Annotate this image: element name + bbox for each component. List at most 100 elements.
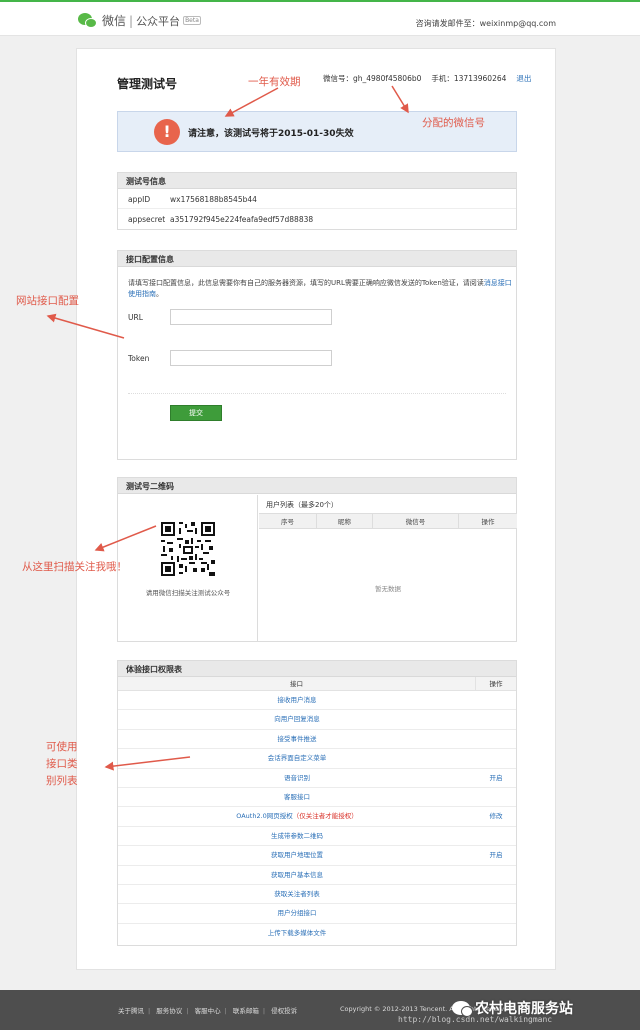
interface-name[interactable]: 获取用户基本信息 xyxy=(118,866,476,884)
wechat-id-label: 微信号： xyxy=(323,74,353,83)
footer-link-about[interactable]: 关于腾讯 xyxy=(118,1007,144,1015)
table-row: 向用户回复消息 xyxy=(118,710,516,730)
divider xyxy=(128,393,506,394)
logo-subtitle: 公众平台 xyxy=(136,14,181,28)
row-action[interactable] xyxy=(476,749,516,767)
logout-link[interactable]: 退出 xyxy=(516,74,531,83)
column-header: 接口 xyxy=(118,677,476,690)
interface-note: （仅关注者才能授权） xyxy=(292,812,358,821)
logo-text: 微信 xyxy=(102,14,127,28)
empty-state: 暂无数据 xyxy=(375,585,401,593)
row-action[interactable] xyxy=(476,827,516,845)
wechat-logo[interactable]: 微信 | 公众平台 Beta xyxy=(78,12,201,29)
top-header: 微信 | 公众平台 Beta 咨询请发邮件至：weixinmp@qq.com xyxy=(0,0,640,36)
table-row: 会话界面自定义菜单 xyxy=(118,749,516,769)
info-key: appsecret xyxy=(128,215,166,224)
info-row: appID wx17568188b8545b44 xyxy=(118,189,516,209)
section-title: 体验接口权限表 xyxy=(118,661,516,677)
row-action[interactable] xyxy=(476,710,516,728)
column-header: 微信号 xyxy=(373,514,459,528)
blog-watermark: http://blog.csdn.net/walkingmanc xyxy=(398,1015,553,1024)
row-action[interactable] xyxy=(476,866,516,884)
info-value: wx17568188b8545b44 xyxy=(170,195,257,204)
config-desc-text: 请填写接口配置信息，此信息需要你有自己的服务器资源，填写的URL需要正确响应微信… xyxy=(128,279,484,287)
account-info: 微信号：gh_4980f45806b0 手机：13713960264 退出 xyxy=(323,73,531,84)
row-action[interactable] xyxy=(476,924,516,943)
row-action[interactable] xyxy=(476,691,516,709)
footer-link-email[interactable]: 联系邮箱 xyxy=(233,1007,259,1015)
interface-name[interactable]: 向用户回复消息 xyxy=(118,710,476,728)
footer-link-complaint[interactable]: 侵权投诉 xyxy=(271,1007,297,1015)
phone: 13713960264 xyxy=(453,74,507,83)
interface-name[interactable]: 用户分组接口 xyxy=(118,904,476,922)
interface-name[interactable]: 语音识别 xyxy=(118,769,476,787)
table-row: 接收用户消息 xyxy=(118,691,516,711)
table-row: 语音识别 开启 xyxy=(118,769,516,788)
row-action[interactable]: 修改 xyxy=(476,807,516,825)
main-panel: 管理测试号 微信号：gh_4980f45806b0 手机：13713960264 退… xyxy=(76,48,556,970)
table-row: 上传下载多媒体文件 xyxy=(118,924,516,943)
interface-name[interactable]: 上传下载多媒体文件 xyxy=(118,924,476,943)
interface-name[interactable]: 客服接口 xyxy=(118,788,476,806)
wechat-watermark-icon xyxy=(452,1001,473,1017)
column-header: 昵称 xyxy=(317,514,373,528)
row-action[interactable] xyxy=(476,730,516,748)
interface-name[interactable]: 获取用户地理位置 xyxy=(118,846,476,864)
footer-link-terms[interactable]: 服务协议 xyxy=(156,1007,182,1015)
test-info-section: 测试号信息 appID wx17568188b8545b44 appsecret… xyxy=(117,172,517,230)
beta-badge: Beta xyxy=(183,16,201,25)
qrcode-caption: 请用微信扫描关注测试公众号 xyxy=(145,589,231,597)
url-input[interactable] xyxy=(170,309,332,325)
phone-label: 手机： xyxy=(431,74,454,83)
annotation-site-config: 网站接口配置 xyxy=(16,295,79,307)
config-desc-end: 。 xyxy=(156,290,163,298)
interface-name[interactable]: 接收用户消息 xyxy=(118,691,476,709)
annotation-scan: 从这里扫描关注我哦！ xyxy=(22,561,127,573)
user-list-title: 用户列表（最多20个） xyxy=(266,501,338,509)
config-description: 请填写接口配置信息，此信息需要你有自己的服务器资源，填写的URL需要正确响应微信… xyxy=(128,278,513,300)
footer-link-support[interactable]: 客服中心 xyxy=(195,1007,221,1015)
interface-name-text: OAuth2.0网页授权 xyxy=(236,812,293,821)
row-action[interactable]: 开启 xyxy=(476,769,516,787)
config-section: 接口配置信息 请填写接口配置信息，此信息需要你有自己的服务器资源，填写的URL需… xyxy=(117,250,517,460)
permissions-section: 体验接口权限表 接口 操作 接收用户消息 向用户回复消息 接受事件推送 会话界面… xyxy=(117,660,517,946)
interface-name[interactable]: OAuth2.0网页授权（仅关注者才能授权） xyxy=(118,807,476,825)
table-row: 客服接口 xyxy=(118,788,516,808)
interface-name[interactable]: 接受事件推送 xyxy=(118,730,476,748)
row-action[interactable] xyxy=(476,885,516,903)
section-title: 测试号二维码 xyxy=(118,478,516,494)
submit-button[interactable]: 提交 xyxy=(170,405,222,421)
info-key: appID xyxy=(128,195,151,204)
annotation-wechat-id: 分配的微信号 xyxy=(422,117,485,129)
table-row: 接受事件推送 xyxy=(118,730,516,750)
footer-links: 关于腾讯 | 服务协议 | 客服中心 | 联系邮箱 | 侵权投诉 xyxy=(118,1007,298,1015)
row-action[interactable] xyxy=(476,788,516,806)
row-action[interactable]: 开启 xyxy=(476,846,516,864)
table-row: 获取用户基本信息 xyxy=(118,866,516,885)
permissions-header: 接口 操作 xyxy=(118,677,516,691)
section-title: 测试号信息 xyxy=(118,173,516,189)
column-header: 序号 xyxy=(259,514,317,528)
annotation-perm-line3: 别列表 xyxy=(46,775,78,787)
interface-name[interactable]: 生成带参数二维码 xyxy=(118,827,476,845)
qrcode-section: 测试号二维码 请用微信扫描关注测试公众号 用户列表（最多20个） 序号 昵称 微… xyxy=(117,477,517,642)
token-input[interactable] xyxy=(170,350,332,366)
column-header: 操作 xyxy=(481,518,495,526)
table-row: 获取用户地理位置 开启 xyxy=(118,846,516,866)
interface-name[interactable]: 获取关注者列表 xyxy=(118,885,476,903)
contact-email: 咨询请发邮件至：weixinmp@qq.com xyxy=(415,19,556,28)
permissions-body: 接收用户消息 向用户回复消息 接受事件推送 会话界面自定义菜单 语音识别 开启 客… xyxy=(118,691,516,943)
exclamation-icon: ! xyxy=(154,119,180,145)
qrcode-icon xyxy=(161,522,215,576)
wechat-id: gh_4980f45806b0 xyxy=(353,74,422,83)
user-list-header: 序号 昵称 微信号 操作 xyxy=(259,513,517,529)
info-row: appsecret a351792f945e224feafa9edf57d888… xyxy=(118,209,516,229)
info-value: a351792f945e224feafa9edf57d88838 xyxy=(170,215,314,224)
logo-separator: | xyxy=(129,13,134,28)
wechat-logo-icon xyxy=(78,12,98,29)
interface-name[interactable]: 会话界面自定义菜单 xyxy=(118,749,476,767)
column-header: 操作 xyxy=(489,680,503,688)
qrcode-area: 请用微信扫描关注测试公众号 xyxy=(118,495,258,642)
annotation-perm-line1: 可使用 xyxy=(46,741,78,753)
row-action[interactable] xyxy=(476,904,516,922)
